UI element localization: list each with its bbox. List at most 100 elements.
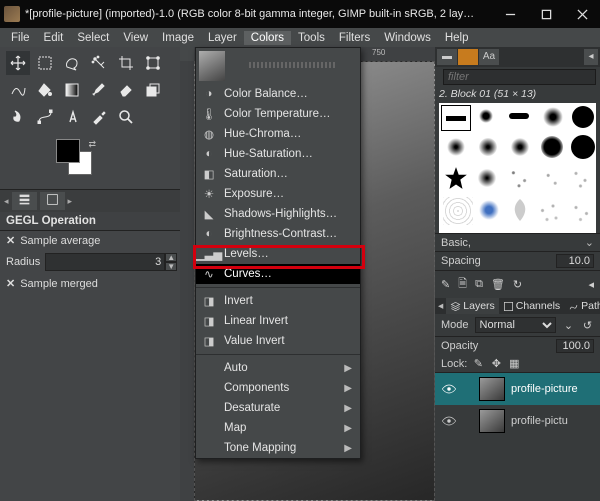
lock-position-icon[interactable]: ✥ xyxy=(489,357,503,370)
menu-select[interactable]: Select xyxy=(70,31,116,45)
lock-alpha-icon[interactable]: ▦ xyxy=(507,357,521,370)
submenu-map[interactable]: Map▶ xyxy=(196,418,360,438)
tab-tool-options[interactable] xyxy=(12,192,37,210)
option-sample-average[interactable]: ✕ Sample average xyxy=(0,231,180,250)
lock-pixels-icon[interactable]: ✎ xyxy=(471,357,485,370)
menu-image[interactable]: Image xyxy=(155,31,201,45)
tab-patterns[interactable] xyxy=(458,49,478,65)
tool-clone[interactable] xyxy=(141,78,165,102)
menu-curves[interactable]: ∿Curves… xyxy=(196,264,360,284)
mode-reset-icon[interactable]: ↺ xyxy=(581,319,594,332)
brush-info: 2. Block 01 (51 × 13) xyxy=(435,87,600,101)
menu-file[interactable]: File xyxy=(4,31,37,45)
menu-help[interactable]: Help xyxy=(438,31,476,45)
ruler-tick: 750 xyxy=(372,48,385,57)
menu-brightness-contrast[interactable]: ◐Brightness-Contrast… xyxy=(196,224,360,244)
tab-fonts[interactable]: Aa xyxy=(479,49,499,65)
tab-layers[interactable]: Layers xyxy=(446,298,499,314)
brush-filter-input[interactable] xyxy=(443,69,596,85)
dock-more-icon[interactable]: ▸ xyxy=(68,196,73,207)
minimize-button[interactable] xyxy=(492,0,528,28)
brush-grid[interactable] xyxy=(439,103,596,233)
tool-bucket[interactable] xyxy=(33,78,57,102)
sample-average-label: Sample average xyxy=(20,235,100,247)
fg-bg-colors[interactable]: ⇄ xyxy=(56,139,96,179)
brush-edit-icon[interactable]: ✎ xyxy=(441,278,450,291)
radius-input[interactable] xyxy=(45,253,165,271)
menu-hue-chroma[interactable]: ◍Hue-Chroma… xyxy=(196,124,360,144)
layer-name[interactable]: profile-pictu xyxy=(511,415,568,427)
dock-menu-icon[interactable]: ◂ xyxy=(4,196,9,207)
menu-shadows-highlights[interactable]: ◣Shadows-Highlights… xyxy=(196,204,360,224)
radius-down[interactable]: ▼ xyxy=(165,262,177,271)
brush-preset-caret[interactable]: ⌄ xyxy=(585,236,594,249)
tool-free-select[interactable] xyxy=(60,51,84,75)
menu-preview-thumb xyxy=(199,51,225,81)
tool-move[interactable] xyxy=(6,51,30,75)
menu-hue-saturation[interactable]: ◐Hue-Saturation… xyxy=(196,144,360,164)
layer-name[interactable]: profile-picture xyxy=(511,383,578,395)
tool-text[interactable] xyxy=(60,105,84,129)
tearoff-handle[interactable] xyxy=(249,62,336,68)
tool-path[interactable] xyxy=(33,105,57,129)
menu-edit[interactable]: Edit xyxy=(37,31,71,45)
mode-select[interactable]: Normal xyxy=(475,317,556,333)
close-option-icon[interactable]: ✕ xyxy=(6,277,15,290)
tool-zoom[interactable] xyxy=(114,105,138,129)
close-button[interactable] xyxy=(564,0,600,28)
tab-paths[interactable]: Paths xyxy=(564,298,600,314)
menu-exposure[interactable]: ☀Exposure… xyxy=(196,184,360,204)
submenu-desaturate[interactable]: Desaturate▶ xyxy=(196,398,360,418)
dock-menu-left-icon[interactable]: ◂ xyxy=(435,298,446,314)
menu-windows[interactable]: Windows xyxy=(377,31,438,45)
menu-linear-invert[interactable]: ◨Linear Invert xyxy=(196,311,360,331)
mode-caret-icon[interactable]: ⌄ xyxy=(562,319,575,332)
tab-brushes[interactable]: ▬ xyxy=(437,49,457,65)
maximize-button[interactable] xyxy=(528,0,564,28)
spacing-value[interactable]: 10.0 xyxy=(556,254,594,268)
tool-rect-select[interactable] xyxy=(33,51,57,75)
menu-color-temperature[interactable]: 🌡Color Temperature… xyxy=(196,104,360,124)
submenu-components[interactable]: Components▶ xyxy=(196,378,360,398)
menu-value-invert[interactable]: ◨Value Invert xyxy=(196,331,360,351)
tool-gradient[interactable] xyxy=(60,78,84,102)
menu-filters[interactable]: Filters xyxy=(332,31,377,45)
opacity-value[interactable]: 100.0 xyxy=(556,339,594,353)
brush-duplicate-icon[interactable]: ⧉ xyxy=(475,278,483,291)
tab-channels[interactable]: Channels xyxy=(499,298,564,314)
brush-delete-icon[interactable]: 🗑 xyxy=(491,278,505,291)
window-title: *[profile-picture] (imported)-1.0 (RGB c… xyxy=(25,8,475,20)
tool-smudge[interactable] xyxy=(6,105,30,129)
menu-saturation[interactable]: ◧Saturation… xyxy=(196,164,360,184)
menu-colors[interactable]: Colors xyxy=(244,31,291,45)
menu-invert[interactable]: ◨Invert xyxy=(196,291,360,311)
tool-crop[interactable] xyxy=(114,51,138,75)
tool-transform[interactable] xyxy=(141,51,165,75)
option-sample-merged[interactable]: ✕ Sample merged xyxy=(0,274,180,293)
menu-layer[interactable]: Layer xyxy=(201,31,244,45)
tool-warp[interactable] xyxy=(6,78,30,102)
submenu-auto[interactable]: Auto▶ xyxy=(196,358,360,378)
tool-fuzzy-select[interactable] xyxy=(87,51,111,75)
tool-paintbrush[interactable] xyxy=(87,78,111,102)
menu-view[interactable]: View xyxy=(116,31,155,45)
menu-tools[interactable]: Tools xyxy=(291,31,332,45)
brush-menu-icon[interactable]: ◂ xyxy=(588,278,594,291)
menu-color-balance[interactable]: ◑Color Balance… xyxy=(196,84,360,104)
radius-up[interactable]: ▲ xyxy=(165,253,177,262)
layer-row[interactable]: profile-pictu xyxy=(435,405,600,437)
visibility-icon[interactable] xyxy=(441,383,457,395)
spacing-label: Spacing xyxy=(441,255,481,267)
menu-levels[interactable]: ▁▃▅Levels… xyxy=(196,244,360,264)
close-option-icon[interactable]: ✕ xyxy=(6,234,15,247)
visibility-icon[interactable] xyxy=(441,415,457,427)
brush-refresh-icon[interactable]: ↻ xyxy=(513,278,522,291)
radius-label: Radius xyxy=(6,256,40,268)
brush-new-icon[interactable]: 🗎 xyxy=(458,275,467,294)
tab-menu-icon[interactable]: ◂ xyxy=(584,49,598,65)
tab-device-status[interactable] xyxy=(40,192,65,210)
tool-eraser[interactable] xyxy=(114,78,138,102)
layer-row[interactable]: profile-picture xyxy=(435,373,600,405)
tool-color-picker[interactable] xyxy=(87,105,111,129)
submenu-tone-mapping[interactable]: Tone Mapping▶ xyxy=(196,438,360,458)
